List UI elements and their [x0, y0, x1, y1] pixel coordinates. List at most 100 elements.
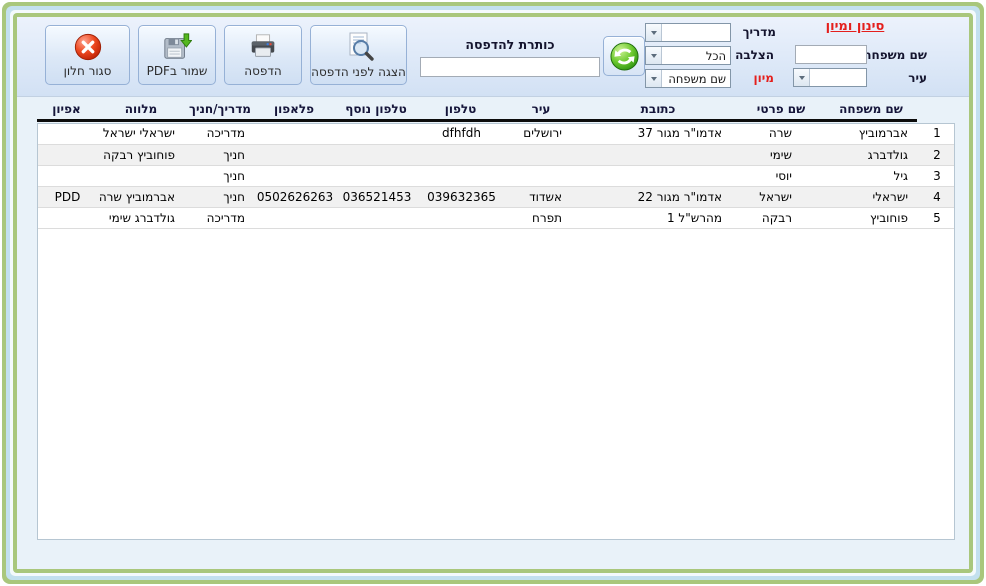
cell-role: חניך [187, 144, 255, 166]
col-header-phone2[interactable]: טלפון נוסף [334, 100, 418, 122]
cell-profile [38, 165, 97, 187]
cross-dropdown-value: הכל [705, 49, 726, 63]
window-content: סגור חלון שמור בPDF הדפסה הצגה לפני הדפס… [17, 17, 969, 569]
cell-mobile [255, 144, 335, 166]
col-header-first-name[interactable]: שם פרטי [737, 100, 825, 122]
cell-num: 3 [918, 165, 954, 187]
col-header-city[interactable]: עיר [503, 100, 579, 122]
cell-phone: 039632365 [419, 186, 504, 208]
col-header-profile[interactable]: אפיון [37, 100, 96, 122]
cell-profile [38, 144, 97, 166]
cell-city: אשדוד [504, 186, 580, 208]
app-window: סגור חלון שמור בPDF הדפסה הצגה לפני הדפס… [0, 0, 986, 586]
cell-city [504, 144, 580, 166]
chevron-down-icon [794, 69, 810, 86]
table-panel: 1 אברמוביץ שרה אדמו"ר מגור 37 ירושלים dfhfdh מ… [37, 123, 955, 540]
col-header-mobile[interactable]: פלאפון [254, 100, 334, 122]
city-dropdown[interactable] [793, 68, 867, 87]
city-dropdown-value [810, 69, 866, 86]
cell-num: 1 [918, 124, 954, 145]
window-border-inner-green: סגור חלון שמור בPDF הדפסה הצגה לפני הדפס… [13, 13, 973, 573]
col-header-num [917, 100, 955, 120]
cell-address [580, 165, 738, 187]
cell-phone2 [335, 165, 419, 187]
cell-role: חניך [187, 165, 255, 187]
cell-first_name: שימי [738, 144, 826, 166]
cell-companion: פוחוביץ רבקה [97, 144, 187, 166]
cell-companion: גולדברג שימי [97, 207, 187, 229]
cross-dropdown[interactable]: הכל [645, 46, 731, 65]
cell-companion [97, 165, 187, 187]
madrich-dropdown[interactable] [645, 23, 731, 42]
cell-phone2 [335, 124, 419, 145]
cell-city: תפרח [504, 207, 580, 229]
cell-phone2: 036521453 [335, 186, 419, 208]
cell-mobile [255, 165, 335, 187]
print-button[interactable]: הדפסה [224, 25, 302, 85]
cell-last_name: אברמוביץ [826, 124, 918, 145]
sort-dropdown-value: שם משפחה [668, 72, 726, 86]
cell-last_name: גולדברג [826, 144, 918, 166]
cell-first_name: יוסי [738, 165, 826, 187]
cell-role: חניך [187, 186, 255, 208]
cell-last_name: גיל [826, 165, 918, 187]
cell-num: 2 [918, 144, 954, 166]
print-title-input[interactable] [420, 57, 600, 77]
cell-first_name: שרה [738, 124, 826, 145]
filter-sort-title: סינון ומיון [825, 19, 885, 34]
family-name-input[interactable] [795, 45, 867, 64]
table-row[interactable]: 1 אברמוביץ שרה אדמו"ר מגור 37 ירושלים dfhfdh מ… [38, 124, 954, 145]
cell-address: אדמו"ר מגור 37 [580, 124, 738, 145]
col-header-companion[interactable]: מלווה [96, 100, 186, 122]
col-header-role[interactable]: מדריך/חניך [186, 100, 254, 122]
cell-city: ירושלים [504, 124, 580, 145]
refresh-icon [609, 41, 639, 71]
close-icon [74, 33, 101, 61]
cell-last_name: פוחוביץ [826, 207, 918, 229]
cell-address: מהרש"ל 1 [580, 207, 738, 229]
cell-phone: dfhfdh [419, 124, 504, 145]
cell-role: מדריכה [187, 207, 255, 229]
cell-profile: PDD [38, 186, 97, 208]
print-title-label: כותרת להדפסה [465, 37, 555, 52]
cell-phone [419, 207, 504, 229]
chevron-down-icon [646, 70, 662, 87]
cell-num: 5 [918, 207, 954, 229]
cell-city [504, 165, 580, 187]
table-row[interactable]: 2 גולדברג שימי חניך פוחוביץ רבקה [38, 144, 954, 166]
cell-num: 4 [918, 186, 954, 208]
cell-role: מדריכה [187, 124, 255, 145]
col-header-last-name[interactable]: שם משפחה [825, 100, 917, 122]
save-pdf-icon [164, 33, 192, 59]
chevron-down-icon [646, 47, 662, 64]
col-header-phone[interactable]: טלפון [418, 100, 503, 122]
print-preview-button[interactable]: הצגה לפני הדפסה [310, 25, 407, 85]
window-border-blue: סגור חלון שמור בPDF הדפסה הצגה לפני הדפס… [6, 6, 980, 580]
cell-last_name: ישראלי [826, 186, 918, 208]
window-border-white: סגור חלון שמור בPDF הדפסה הצגה לפני הדפס… [10, 10, 976, 576]
table-row[interactable]: 3 גיל יוסי חניך [38, 165, 954, 187]
close-window-button[interactable]: סגור חלון [45, 25, 130, 85]
col-header-address[interactable]: כתובת [579, 100, 737, 122]
table-row[interactable]: 5 פוחוביץ רבקה מהרש"ל 1 תפרח מדריכה גולדברג שי… [38, 207, 954, 229]
table-body: 1 אברמוביץ שרה אדמו"ר מגור 37 ירושלים dfhfdh מ… [38, 124, 954, 229]
cell-mobile [255, 124, 335, 145]
cell-phone2 [335, 207, 419, 229]
refresh-button[interactable] [603, 36, 645, 76]
save-pdf-button[interactable]: שמור בPDF [138, 25, 216, 85]
cell-mobile: 0502626263 [255, 186, 335, 208]
cell-companion: ישראלי ישראל [97, 124, 187, 145]
print-preview-icon [349, 32, 374, 61]
table-row[interactable]: 4 ישראלי ישראל אדמו"ר מגור 22 אשדוד 039632365… [38, 186, 954, 208]
table-header: שם משפחה שם פרטי כתובת עיר טלפון טלפון נ… [37, 100, 955, 122]
print-preview-label: הצגה לפני הדפסה [311, 65, 406, 79]
cell-profile [38, 124, 97, 145]
close-window-label: סגור חלון [63, 64, 112, 78]
print-label: הדפסה [244, 64, 282, 78]
toolbar: סגור חלון שמור בPDF הדפסה הצגה לפני הדפס… [17, 17, 969, 97]
cell-phone [419, 144, 504, 166]
chevron-down-icon [646, 24, 662, 41]
sort-dropdown[interactable]: שם משפחה [645, 69, 731, 88]
cell-profile [38, 207, 97, 229]
cell-address: אדמו"ר מגור 22 [580, 186, 738, 208]
